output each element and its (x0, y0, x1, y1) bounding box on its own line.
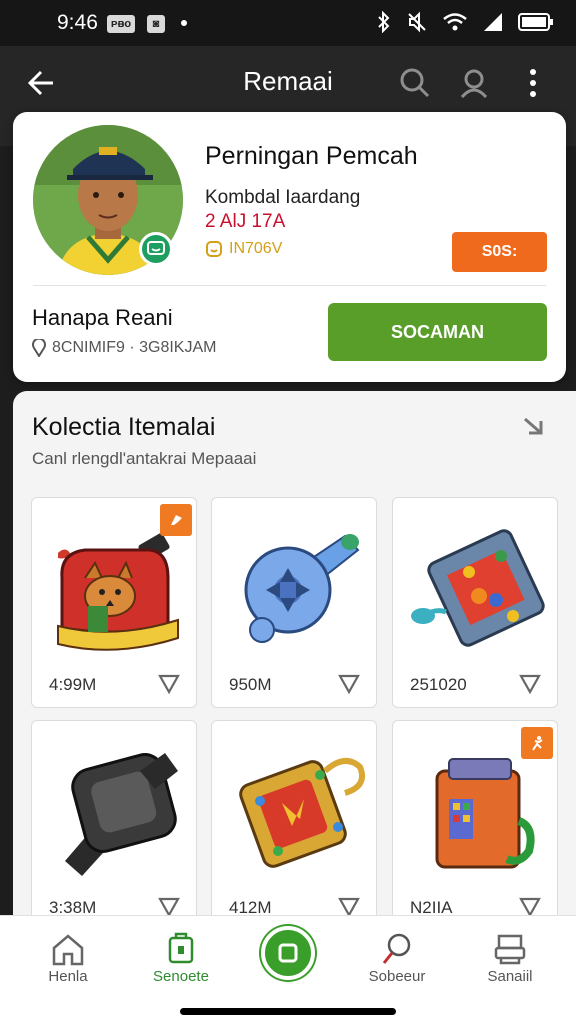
tag-icon (171, 515, 182, 525)
nav-label: Sanaiil (487, 968, 533, 985)
nav-label: Senoete (153, 968, 209, 985)
chat-icon (147, 241, 165, 255)
nav-label: Henla (48, 968, 88, 985)
bottom-navigation: Henla Senoete Sobeeur Sanaiil (0, 915, 576, 1024)
arrow-icon (524, 417, 543, 435)
nav-item-search[interactable]: Sobeeur (347, 930, 447, 985)
status-bar: 9:46 ᴘᴃᴏ ◙ (0, 0, 576, 46)
item-value: 950M (229, 675, 272, 694)
favorite-icon[interactable] (519, 897, 541, 917)
nav-label: Sobeeur (368, 968, 426, 985)
status-time: 9:46 (57, 11, 98, 34)
profile-id: 2 AlJ 17A (205, 211, 286, 232)
location-pin-icon (32, 339, 46, 357)
square-icon (278, 943, 298, 963)
printer-icon (494, 934, 526, 965)
collection-item[interactable]: 4:99M (31, 497, 197, 708)
profile-level: IN706V (205, 240, 282, 258)
location-meta: 8CNIMIF9 · 3G8IKJAM (32, 339, 216, 357)
nav-item-card[interactable]: Senoete (131, 930, 231, 985)
collection-item[interactable]: 251020 (392, 497, 558, 708)
battery-icon (518, 13, 553, 31)
wifi-icon (443, 13, 467, 31)
sos-button[interactable]: S0S: (452, 232, 547, 272)
coin-icon (206, 241, 222, 257)
divider (33, 285, 546, 286)
toy-console-icon (411, 529, 545, 647)
status-badge-2: ◙ (147, 15, 165, 33)
meta-text: 8CNIMIF9 · 3G8IKJAM (52, 339, 217, 356)
collection-item[interactable]: 950M (211, 497, 377, 708)
mute-icon (408, 11, 426, 33)
primary-action-button[interactable]: SOCAMAN (328, 303, 547, 361)
profile-subtitle: Kombdal Iaardang (205, 187, 361, 208)
item-value: 251020 (410, 675, 467, 694)
collection-item[interactable]: N2IIA (392, 720, 558, 931)
collection-title: Kolectia Itemalai (32, 413, 216, 441)
collection-subtitle: Canl rlengdl'antakrai Mepaaai (32, 449, 257, 468)
more-vert-icon (530, 69, 536, 97)
status-badge: ᴘᴃᴏ (107, 15, 135, 33)
search-button[interactable] (395, 64, 435, 102)
center-action-button[interactable] (261, 926, 315, 980)
user-icon (460, 69, 488, 99)
collection-expand-button[interactable] (521, 413, 547, 444)
level-text: IN706V (229, 240, 283, 257)
item-value: 4:99M (49, 675, 97, 694)
blue-gadget-icon (244, 534, 360, 643)
secondary-name: Hanapa Reani (32, 305, 173, 330)
verified-badge (139, 232, 173, 266)
run-icon (532, 736, 543, 751)
nav-item-printer[interactable]: Sanaiil (460, 930, 560, 985)
search-icon (382, 933, 411, 964)
search-icon (400, 68, 430, 98)
card-icon (168, 932, 194, 964)
home-indicator[interactable] (180, 1008, 396, 1015)
more-menu-button[interactable] (513, 64, 553, 102)
signal-icon (484, 13, 502, 31)
favorite-icon[interactable] (338, 897, 360, 917)
collection-item[interactable]: 3:38M (31, 720, 197, 931)
favorite-icon[interactable] (338, 674, 360, 694)
profile-button[interactable] (454, 64, 494, 102)
profile-card: Perningan Pemcah Kombdal Iaardang 2 AlJ … (13, 112, 566, 382)
tag-badge (160, 504, 192, 536)
favorite-icon[interactable] (158, 674, 180, 694)
tag-badge (521, 727, 553, 759)
collection-item[interactable]: 412M (211, 720, 377, 931)
black-watch-icon (65, 753, 178, 876)
profile-name: Perningan Pemcah (205, 142, 418, 170)
home-icon (52, 934, 84, 966)
nav-item-home[interactable]: Henla (18, 930, 118, 985)
gold-tablet-icon (239, 758, 366, 868)
favorite-icon[interactable] (519, 674, 541, 694)
favorite-icon[interactable] (158, 897, 180, 917)
notification-dot (181, 20, 187, 26)
bluetooth-icon (378, 11, 390, 33)
